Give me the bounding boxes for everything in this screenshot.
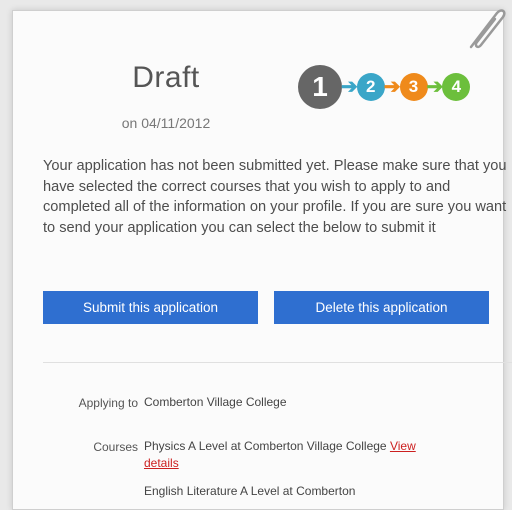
- courses-label: Courses: [93, 440, 138, 454]
- status-message: Your application has not been submitted …: [43, 158, 507, 236]
- arrow-right-icon: ➔: [341, 76, 358, 98]
- progress-steps: 1 ➔ 2 ➔ 3 ➔ 4: [298, 64, 471, 110]
- step-1-number: 1: [312, 71, 328, 102]
- course-item: English Literature A Level at Comberton: [144, 484, 356, 498]
- arrow-right-icon: ➔: [426, 76, 444, 98]
- paperclip-icon[interactable]: [463, 3, 507, 59]
- arrow-right-icon: ➔: [383, 76, 401, 98]
- step-3: 3: [399, 73, 428, 101]
- status-title: Draft: [132, 61, 200, 94]
- submit-application-button[interactable]: Submit this application: [43, 291, 258, 324]
- status-date: on 04/11/2012: [121, 115, 211, 131]
- course-item: Physics A Level at Comberton Village Col…: [144, 438, 444, 472]
- step-3-number: 3: [408, 77, 419, 96]
- step-2-number: 2: [366, 77, 376, 96]
- step-4-number: 4: [451, 77, 462, 96]
- step-4: 4: [442, 73, 471, 101]
- application-card: Draft on 04/11/2012 1 ➔ 2 ➔ 3 ➔ 4 Your a…: [12, 9, 512, 510]
- delete-application-button[interactable]: Delete this application: [274, 291, 489, 324]
- course-text: Physics A Level at Comberton Village Col…: [144, 439, 387, 453]
- applying-to-value: Comberton Village College: [144, 395, 287, 409]
- divider: [43, 362, 512, 363]
- applying-to-label: Applying to: [78, 396, 138, 410]
- step-2: 2: [356, 73, 385, 101]
- step-1: 1: [298, 65, 342, 109]
